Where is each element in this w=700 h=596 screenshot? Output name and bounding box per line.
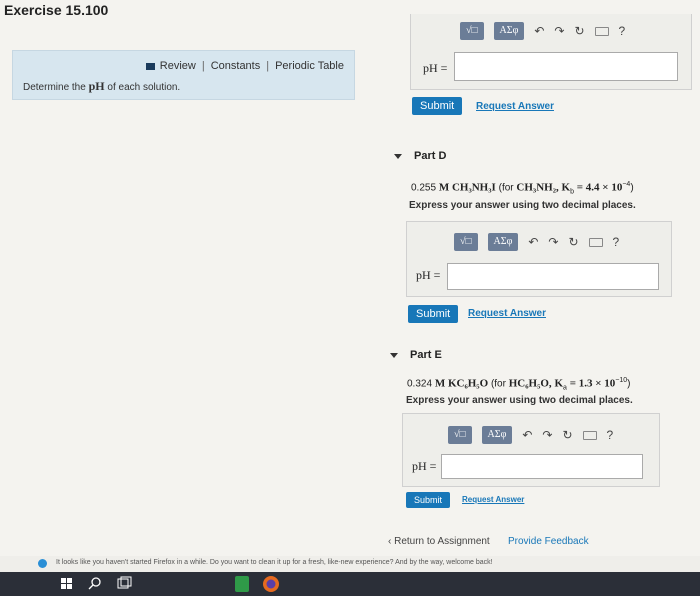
question-ka-sub: a <box>563 384 567 392</box>
part-e-instruction: Express your answer using two decimal pl… <box>406 395 633 406</box>
reset-icon[interactable]: ↻ <box>562 428 572 442</box>
taskbar <box>0 572 700 596</box>
windows-start-icon[interactable] <box>61 578 72 589</box>
question-for: (for <box>498 182 514 194</box>
part-d-question: 0.255 M CH₃NH₃I (for CH₃NH₂, Kb = 4.4 × … <box>411 181 634 195</box>
greek-button[interactable]: AΣφ <box>487 233 519 251</box>
templates-button[interactable]: √□ <box>454 233 478 251</box>
templates-button[interactable]: √□ <box>448 426 472 444</box>
question-acid: HC₆H₅O, <box>508 377 552 390</box>
task-view-icon[interactable] <box>117 576 132 589</box>
keyboard-icon[interactable] <box>588 237 603 247</box>
keyboard-icon[interactable] <box>594 26 609 36</box>
question-formula: M CH₃NH₃I <box>438 181 496 194</box>
part-e-submit-button[interactable]: Submit <box>406 492 451 508</box>
notification-text: It looks like you haven't started Firefo… <box>56 559 493 566</box>
review-link[interactable]: Review <box>160 60 196 72</box>
part-e-question: 0.324 M KC₆H₅O (for HC₆H₅O, Ka = 1.3 × 1… <box>407 377 630 391</box>
part-c-submit-button[interactable]: Submit <box>412 97 463 115</box>
part-e-request-answer-link[interactable]: Request Answer <box>462 495 524 504</box>
part-d-submit-button[interactable]: Submit <box>408 305 459 323</box>
taskbar-icons <box>61 576 279 592</box>
link-separator: | <box>201 60 205 72</box>
question-base: CH₃NH₂, <box>516 181 559 194</box>
part-e-ph-label: pH = <box>412 459 437 473</box>
book-icon <box>145 62 155 70</box>
info-panel: Review | Constants | Periodic Table Determin… <box>12 50 355 100</box>
question-ka-value: = 1.3 × 10 <box>569 377 616 390</box>
question-exponent: −10 <box>615 377 628 384</box>
periodic-table-link[interactable]: Periodic Table <box>275 60 344 72</box>
collapse-triangle-icon <box>394 153 402 159</box>
part-c-ph-input[interactable] <box>454 52 678 81</box>
provide-feedback-link[interactable]: Provide Feedback <box>508 536 589 547</box>
question-kb-value: = 4.4 × 10 <box>576 181 623 194</box>
part-d-request-answer-link[interactable]: Request Answer <box>468 308 546 319</box>
part-c-request-answer-link[interactable]: Request Answer <box>476 101 554 112</box>
question-formula: M KC₆H₅O <box>434 377 489 390</box>
help-icon[interactable]: ? <box>613 235 620 249</box>
instruction-ph: pH <box>88 79 105 93</box>
templates-button[interactable]: √□ <box>460 22 484 40</box>
info-icon <box>38 559 47 568</box>
search-icon[interactable] <box>88 577 101 590</box>
undo-icon[interactable]: ↶ <box>534 24 544 38</box>
app-icon[interactable] <box>235 576 249 592</box>
redo-icon[interactable]: ↷ <box>554 24 564 38</box>
question-kb: K <box>561 181 571 194</box>
part-d-header[interactable]: Part D <box>394 150 446 162</box>
question-for: (for <box>490 378 506 390</box>
undo-icon[interactable]: ↶ <box>528 235 538 249</box>
link-separator: | <box>266 60 270 72</box>
question-concentration: 0.324 <box>407 378 433 390</box>
redo-icon[interactable]: ↷ <box>548 235 558 249</box>
question-ka: K <box>554 377 564 390</box>
keyboard-icon[interactable] <box>582 430 597 440</box>
instruction-text: Determine the pH of each solution. <box>23 79 180 94</box>
instruction-suffix: of each solution. <box>104 82 181 93</box>
help-icon[interactable]: ? <box>607 428 614 442</box>
redo-icon[interactable]: ↷ <box>542 428 552 442</box>
constants-link[interactable]: Constants <box>211 60 261 72</box>
greek-button[interactable]: AΣφ <box>493 22 525 40</box>
firefox-icon[interactable] <box>263 576 279 592</box>
part-e-header[interactable]: Part E <box>390 349 442 361</box>
page-title: Exercise 15.100 <box>4 2 109 18</box>
part-e-ph-input[interactable] <box>441 454 643 479</box>
undo-icon[interactable]: ↶ <box>522 428 532 442</box>
return-to-assignment-link[interactable]: ‹ Return to Assignment <box>388 536 490 547</box>
question-kb-sub: b <box>570 188 574 196</box>
greek-button[interactable]: AΣφ <box>481 426 513 444</box>
part-d-toolbar: √□ AΣφ ↶ ↷ ↻ ? <box>454 233 619 251</box>
resource-links: Review | Constants | Periodic Table <box>145 60 344 72</box>
collapse-triangle-icon <box>390 352 398 358</box>
reset-icon[interactable]: ↻ <box>568 235 578 249</box>
instruction-prefix: Determine the <box>23 82 89 93</box>
firefox-notification-bar: It looks like you haven't started Firefo… <box>0 556 700 572</box>
question-close-paren: ) <box>630 182 634 194</box>
question-concentration: 0.255 <box>411 182 437 194</box>
part-d-instruction: Express your answer using two decimal pl… <box>409 200 636 211</box>
question-close-paren: ) <box>627 378 631 390</box>
part-c-toolbar: √□ AΣφ ↶ ↷ ↻ ? <box>460 22 625 40</box>
part-e-title: Part E <box>410 349 442 361</box>
part-d-title: Part D <box>414 150 447 162</box>
reset-icon[interactable]: ↻ <box>574 24 584 38</box>
help-icon[interactable]: ? <box>619 24 626 38</box>
part-e-toolbar: √□ AΣφ ↶ ↷ ↻ ? <box>448 426 613 444</box>
part-d-ph-input[interactable] <box>447 263 659 290</box>
part-c-ph-label: pH = <box>423 61 448 75</box>
part-d-ph-label: pH = <box>416 268 441 282</box>
